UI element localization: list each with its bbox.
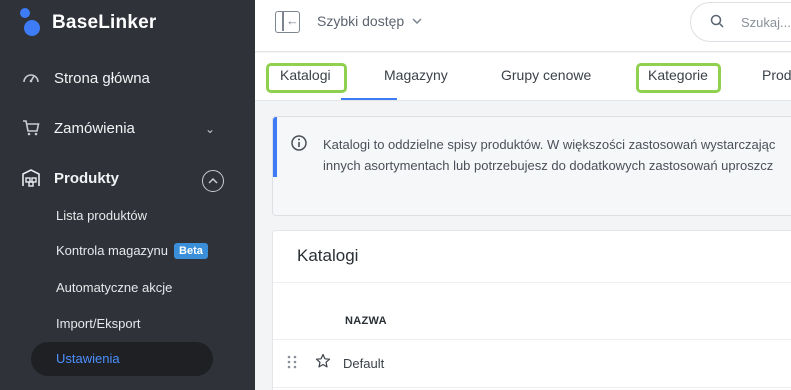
chevron-up-icon	[208, 178, 218, 184]
sidebar-item-orders[interactable]: Zamówienia	[22, 119, 135, 137]
search-icon	[710, 14, 724, 33]
beta-badge: Beta	[174, 243, 208, 259]
sidebar-subitem-product-list[interactable]: Lista produktów	[56, 208, 147, 223]
info-accent	[273, 117, 277, 177]
quick-access-dropdown[interactable]: Szybki dostęp	[317, 13, 422, 29]
tab-price-groups[interactable]: Grupy cenowe	[501, 67, 591, 83]
top-header: ← Szybki dostęp Szukaj...	[255, 0, 791, 52]
tab-categories[interactable]: Kategorie	[648, 67, 708, 83]
sidebar: BaseLinker Strona główna Zamówienia ⌄ Pr…	[0, 0, 255, 390]
sidebar-subitem-stock-control[interactable]: Kontrola magazynu Beta	[56, 243, 208, 259]
logo-icon	[20, 8, 44, 38]
cart-icon	[22, 119, 40, 137]
dashboard-icon	[22, 69, 40, 87]
divider	[273, 387, 791, 388]
quick-access-label: Szybki dostęp	[317, 13, 405, 29]
sidebar-item-products[interactable]: Produkty	[22, 169, 119, 187]
tab-warehouses[interactable]: Magazyny	[384, 67, 448, 83]
info-text: Katalogi to oddzielne spisy produktów. W…	[323, 134, 775, 176]
chevron-down-icon	[412, 18, 422, 24]
sidebar-subitem-import-export[interactable]: Import/Eksport	[56, 316, 141, 331]
sidebar-subitem-settings-label: Ustawienia	[56, 351, 120, 366]
sidebar-item-label: Produkty	[54, 169, 120, 187]
sidebar-toggle-icon[interactable]: ←	[275, 11, 300, 33]
chevron-down-icon[interactable]: ⌄	[205, 122, 215, 136]
sidebar-item-label: Strona główna	[54, 69, 150, 87]
card-title: Katalogi	[297, 246, 359, 265]
star-icon[interactable]	[315, 353, 331, 374]
drag-handle-icon[interactable]	[287, 355, 297, 374]
info-line: innych asortymentach lub potrzebujesz do…	[323, 158, 774, 173]
warehouse-icon	[22, 169, 40, 187]
divider	[273, 282, 791, 283]
tab-products[interactable]: Prod	[762, 67, 791, 83]
catalogs-card: Katalogi NAZWA Default	[272, 230, 791, 390]
tab-catalogs[interactable]: Katalogi	[280, 67, 331, 83]
sidebar-item-home[interactable]: Strona główna	[22, 69, 150, 87]
sidebar-item-label: Zamówienia	[54, 119, 135, 137]
info-alert: Katalogi to oddzielne spisy produktów. W…	[272, 116, 791, 216]
collapse-toggle[interactable]	[202, 170, 224, 192]
column-header-name[interactable]: NAZWA	[345, 315, 387, 327]
info-icon	[291, 135, 307, 156]
tabs-bar: Katalogi Magazyny Grupy cenowe Kategorie…	[255, 53, 791, 101]
info-line: Katalogi to oddzielne spisy produktów. W…	[323, 137, 776, 152]
active-tab-indicator	[341, 98, 397, 100]
divider	[273, 339, 791, 340]
sidebar-subitem-auto-actions[interactable]: Automatyczne akcje	[56, 280, 172, 295]
app-name: BaseLinker	[52, 12, 157, 33]
search-placeholder: Szukaj...	[741, 15, 791, 30]
logo[interactable]: BaseLinker	[20, 8, 156, 38]
search-input[interactable]: Szukaj...	[690, 2, 791, 42]
sidebar-subitem-label: Kontrola magazynu	[56, 243, 169, 258]
catalog-name[interactable]: Default	[343, 356, 384, 371]
